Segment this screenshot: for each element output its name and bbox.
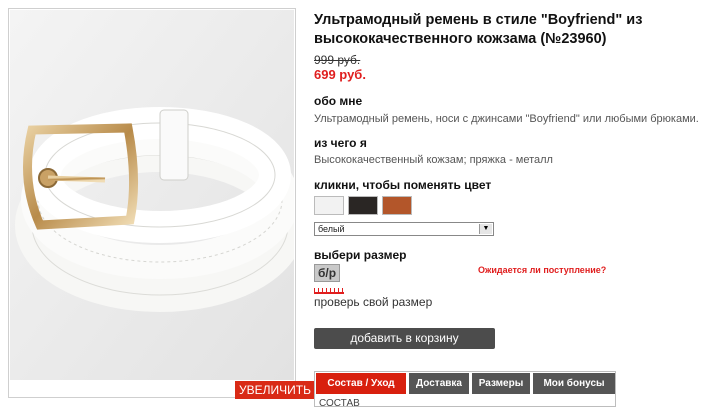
tab-bonuses[interactable]: Мои бонусы: [533, 373, 615, 394]
tab-composition[interactable]: Состав / Уход: [316, 373, 406, 394]
color-swatch-white[interactable]: [314, 196, 344, 215]
about-text: Ультрамодный ремень, носи с джинсами "Bo…: [314, 113, 699, 125]
material-text: Высококачественный кожзам; пряжка - мета…: [314, 154, 553, 166]
zoom-button[interactable]: УВЕЛИЧИТЬ: [235, 381, 315, 399]
chevron-down-icon[interactable]: ▼: [479, 224, 492, 234]
info-tabs: Состав / Уход Доставка Размеры Мои бонус…: [314, 371, 616, 409]
tab-sizes[interactable]: Размеры: [472, 373, 530, 394]
current-price: 699 руб.: [314, 67, 366, 82]
product-image-frame: [8, 8, 296, 398]
about-heading: обо мне: [314, 94, 363, 108]
size-option[interactable]: б/р: [314, 264, 341, 282]
material-heading: из чего я: [314, 136, 367, 150]
check-size-link[interactable]: проверь свой размер: [314, 295, 432, 309]
size-heading: выбери размер: [314, 248, 407, 262]
belt-photo: [10, 10, 294, 380]
product-title: Ультрамодный ремень в стиле "Boyfriend" …: [314, 12, 643, 47]
tab-delivery[interactable]: Доставка: [409, 373, 469, 394]
add-to-cart-button[interactable]: добавить в корзину: [314, 328, 495, 349]
color-swatch-black[interactable]: [348, 196, 378, 215]
old-price: 999 руб.: [314, 53, 361, 67]
ruler-icon: [314, 288, 344, 294]
color-heading: кликни, чтобы поменять цвет: [314, 178, 492, 192]
color-select[interactable]: белый ▼: [314, 222, 494, 236]
color-swatch-brown[interactable]: [382, 196, 412, 215]
product-image[interactable]: [10, 10, 294, 380]
color-select-value: белый: [318, 224, 345, 234]
inquiry-link[interactable]: Ожидается ли поступление?: [478, 265, 606, 275]
tab-content-heading: СОСТАВ: [319, 398, 360, 409]
